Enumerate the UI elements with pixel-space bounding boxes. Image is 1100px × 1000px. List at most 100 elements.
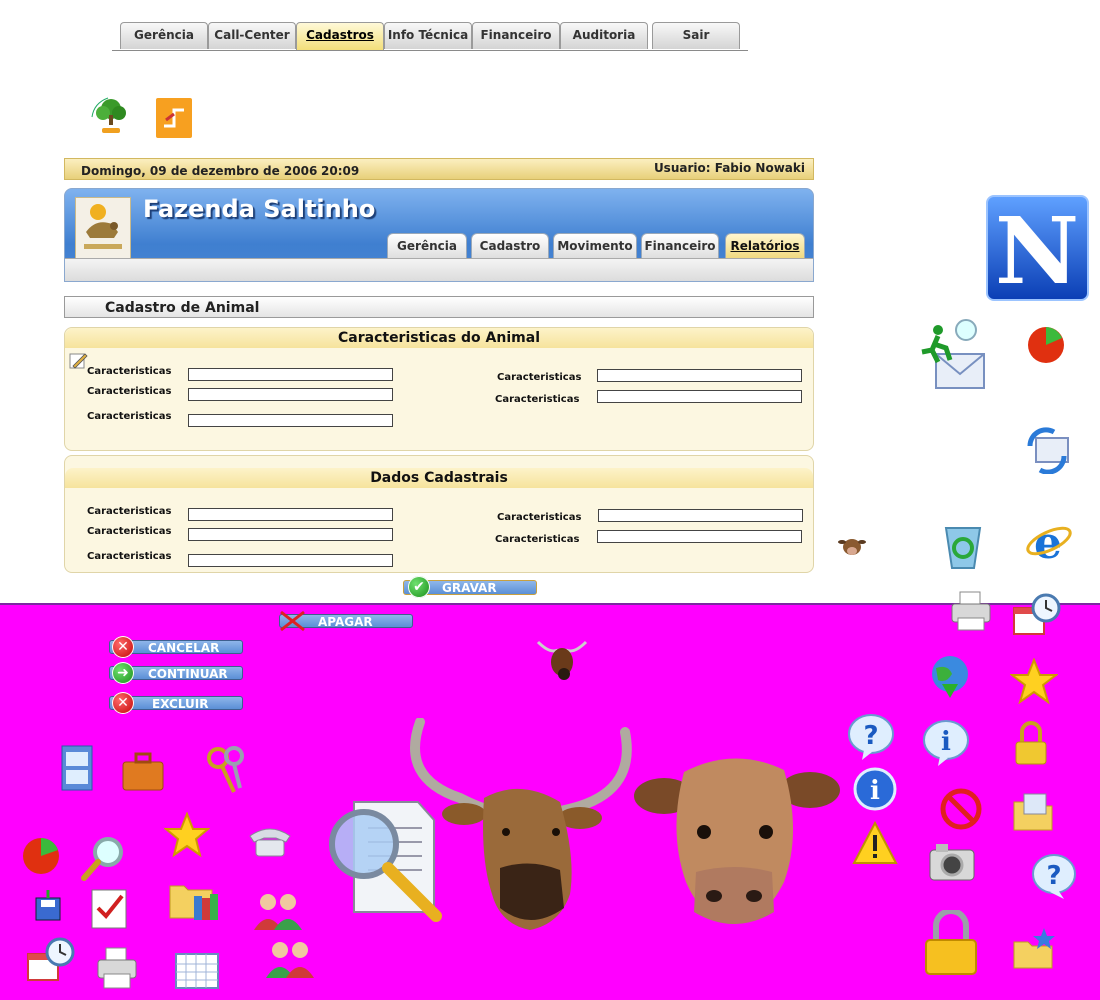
panel-dados-cadastrais: Dados Cadastrais Caracteristicas Caracte… (64, 455, 814, 573)
field-label: Caracteristicas (497, 512, 582, 523)
svg-text:?: ? (863, 721, 878, 751)
field-label: Caracteristicas (87, 366, 172, 377)
camera-icon[interactable] (928, 840, 976, 884)
farm-logo-icon (75, 197, 131, 259)
users-icon[interactable] (252, 890, 306, 932)
info-icon[interactable]: i (852, 766, 898, 812)
pie-chart-small-icon[interactable] (20, 830, 62, 878)
tab-relatorios[interactable]: Relatórios (725, 233, 805, 260)
field-label: Caracteristicas (87, 551, 172, 562)
briefcase-icon[interactable] (120, 748, 166, 794)
top-tab-sair[interactable]: Sair (652, 22, 740, 49)
star-folder-icon[interactable] (1010, 926, 1058, 972)
folder-books-icon[interactable] (168, 876, 220, 924)
star-icon[interactable] (1010, 658, 1058, 704)
no-entry-icon[interactable] (938, 786, 984, 832)
top-tab-auditoria[interactable]: Auditoria (560, 22, 648, 49)
caracteristica-input-1[interactable] (188, 368, 393, 381)
open-folder-icon[interactable] (1010, 788, 1056, 834)
panel-title: Caracteristicas do Animal (65, 328, 813, 348)
current-time: 20:09 (321, 164, 360, 178)
send-receive-icon[interactable] (1024, 426, 1072, 474)
star-small-icon[interactable] (164, 812, 210, 858)
arrow-right-icon: ➜ (112, 662, 134, 684)
save-disk-icon[interactable] (34, 890, 62, 922)
field-label: Caracteristicas (497, 372, 582, 383)
user-label: Usuario: Fabio Nowaki (653, 161, 805, 175)
page-title: Cadastro de Animal (64, 296, 814, 318)
netscape-n-icon[interactable]: N (986, 195, 1089, 305)
warning-icon[interactable] (852, 820, 898, 866)
delete-icon: ✕ (112, 692, 134, 714)
apagar-button[interactable]: APAGAR (279, 610, 413, 632)
status-bar: Domingo, 09 de dezembro de 2006 20:09 Us… (64, 158, 814, 180)
excluir-button[interactable]: ✕ EXCLUIR (109, 692, 243, 714)
svg-text:i: i (870, 776, 880, 806)
svg-text:N: N (995, 197, 1079, 299)
run-mail-icon[interactable] (916, 316, 990, 392)
caracteristica-input-4[interactable] (597, 369, 802, 382)
continuar-button[interactable]: ➜ CONTINUAR (109, 662, 243, 684)
top-tab-gerencia[interactable]: Gerência (120, 22, 208, 49)
field-label: Caracteristicas (87, 386, 172, 397)
caracteristica-input-2[interactable] (188, 388, 393, 401)
globe-download-icon[interactable] (928, 654, 972, 700)
telephone-icon[interactable] (246, 822, 294, 860)
field-label: Caracteristicas (87, 526, 172, 537)
brand-square-icon (156, 98, 192, 138)
tab-movimento[interactable]: Movimento (553, 233, 637, 260)
divider (0, 603, 1100, 605)
header-subbar (65, 258, 813, 281)
users-group-icon[interactable] (264, 938, 318, 980)
padlock-icon[interactable] (1012, 720, 1050, 768)
cadastro-input-1[interactable] (188, 508, 393, 521)
cadastro-input-4[interactable] (598, 509, 803, 522)
field-label: Caracteristicas (495, 534, 580, 545)
top-tab-financeiro[interactable]: Financeiro (472, 22, 560, 49)
panel-caracteristicas: Caracteristicas do Animal Caracteristica… (64, 327, 814, 451)
field-label: Caracteristicas (87, 506, 172, 517)
bull-small-icon[interactable] (536, 636, 588, 684)
document-magnifier-icon[interactable] (324, 798, 444, 924)
farm-title: Fazenda Saltinho (143, 195, 376, 223)
clipboard-check-icon[interactable] (88, 884, 130, 930)
large-padlock-icon[interactable] (922, 910, 980, 976)
keys-icon[interactable] (204, 744, 248, 796)
question-icon[interactable]: ? (1030, 852, 1078, 900)
printer-icon[interactable] (948, 588, 994, 634)
field-label: Caracteristicas (87, 411, 172, 422)
calendar-clock-small-icon[interactable] (26, 936, 76, 982)
tab-financeiro[interactable]: Financeiro (641, 233, 719, 260)
field-label: Caracteristicas (495, 394, 580, 405)
info-bubble-icon[interactable]: i (920, 718, 972, 768)
edit-note-icon (69, 353, 88, 369)
check-icon: ✔ (408, 576, 430, 598)
cadastro-input-3[interactable] (188, 554, 393, 567)
caracteristica-input-5[interactable] (597, 390, 802, 403)
cadastro-input-5[interactable] (597, 530, 802, 543)
current-date: Domingo, 09 de dezembro de 2006 (81, 164, 318, 178)
help-bubble-icon[interactable]: ? (846, 712, 896, 762)
file-cabinet-icon[interactable] (56, 744, 98, 792)
calendar-clock-icon[interactable] (1012, 592, 1062, 638)
pie-chart-icon[interactable] (1024, 320, 1068, 366)
printer-small-icon[interactable] (94, 944, 140, 992)
gravar-button[interactable]: ✔ GRAVAR (403, 576, 537, 598)
cancelar-button[interactable]: ✕ CANCELAR (109, 636, 243, 658)
tab-gerencia[interactable]: Gerência (387, 233, 467, 260)
cadastro-input-2[interactable] (188, 528, 393, 541)
top-tab-info-tecnica[interactable]: Info Técnica (384, 22, 472, 49)
cow-small-icon[interactable] (838, 534, 866, 558)
panel-title: Dados Cadastrais (65, 468, 813, 488)
tab-cadastro[interactable]: Cadastro (471, 233, 549, 260)
cow-head-icon (634, 758, 840, 924)
calendar-icon[interactable] (174, 950, 220, 990)
top-tab-call-center[interactable]: Call-Center (208, 22, 296, 49)
top-tab-cadastros[interactable]: Cadastros (296, 22, 384, 50)
recycle-bin-icon[interactable] (940, 520, 986, 570)
caracteristica-input-3[interactable] (188, 414, 393, 427)
cross-out-icon (280, 610, 305, 632)
svg-text:i: i (941, 727, 951, 757)
magnifier-icon[interactable] (80, 834, 128, 882)
internet-explorer-icon[interactable]: e (1024, 516, 1074, 566)
